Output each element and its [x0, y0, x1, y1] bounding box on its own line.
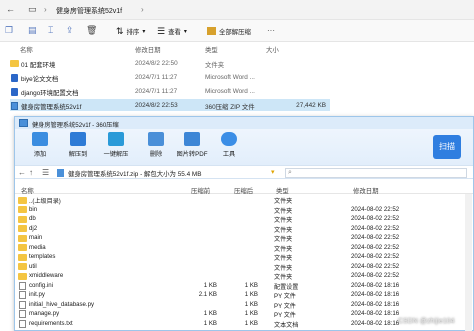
- word-doc-icon: [11, 73, 18, 82]
- search-icon: ⌕: [288, 169, 292, 176]
- folder-icon: [10, 59, 19, 67]
- back-arrow-icon[interactable]: ←: [18, 168, 26, 177]
- view-icon: ☰: [157, 25, 166, 36]
- list-item[interactable]: dj2 文件夹 2024-08-02 22:52: [17, 224, 457, 234]
- up-arrow-icon[interactable]: ↑: [29, 168, 33, 177]
- extract-to-icon: [70, 132, 86, 146]
- list-item[interactable]: initial_hive_database.py 1 KB PY 文件 2024-08…: [17, 300, 457, 310]
- chevron-down-icon: ▾: [183, 28, 187, 35]
- one-click-extract-icon: [108, 132, 124, 146]
- explorer-toolbar: ❐ ▤ ⌶ ⇪ 🗑 ⇅ 排序 ▾ ☰ 查看 ▾ 全部解压缩 ···: [0, 20, 474, 42]
- zip-app-icon: [19, 119, 28, 127]
- list-item[interactable]: util 文件夹 2024-08-02 22:52: [17, 262, 457, 272]
- file-row-selected[interactable]: 健身房管理系统52v1f 2024/8/2 22:53 360压缩 ZIP 文件…: [10, 99, 330, 111]
- folder-icon: [18, 225, 27, 232]
- zip-column-header: 名称 压缩前 压缩后 类型 修改日期: [15, 184, 473, 195]
- folder-icon: [18, 253, 27, 261]
- sort-button[interactable]: ⇅ 排序 ▾: [116, 25, 145, 37]
- column-size[interactable]: 大小: [266, 45, 279, 54]
- file-icon: [19, 281, 26, 290]
- folder-icon: [18, 196, 27, 204]
- explorer-column-header: 名称 修改日期 类型 大小: [0, 42, 474, 54]
- sort-icon: ⇅: [116, 25, 124, 36]
- extract-to-button[interactable]: 解压到: [61, 132, 95, 164]
- chevron-right-icon: ›: [141, 5, 144, 14]
- search-input[interactable]: ⌕: [285, 168, 467, 178]
- zip-path-bar: ← ↑ ☰ 健身房管理系统52v1f.zip - 解包大小为 55.4 MB ▾…: [15, 165, 473, 179]
- zip-title-bar: 健身房管理系统52v1f - 360压缩: [15, 117, 473, 129]
- folder-icon: [18, 244, 27, 251]
- one-click-extract-button[interactable]: 一键解压: [99, 132, 133, 164]
- folder-icon: [18, 263, 27, 270]
- list-item[interactable]: db 文件夹 2024-08-02 22:52: [17, 214, 457, 224]
- list-item[interactable]: ..(上级目录) 文件夹: [17, 195, 457, 205]
- monitor-icon[interactable]: ▭: [28, 4, 37, 15]
- share-icon[interactable]: ⇪: [66, 25, 74, 36]
- file-icon: [19, 310, 26, 318]
- image-to-pdf-button[interactable]: 图片转PDF: [175, 132, 209, 164]
- scan-button[interactable]: 扫描: [433, 135, 461, 159]
- list-view-icon[interactable]: ☰: [42, 168, 49, 177]
- file-row[interactable]: biye论文文档 2024/7/1 11:27 Microsoft Word .…: [10, 71, 330, 83]
- delete-button[interactable]: 删除: [139, 132, 173, 164]
- file-icon: [19, 300, 26, 309]
- window-title: 健身房管理系统52v1f - 360压缩: [32, 121, 119, 129]
- breadcrumb[interactable]: 健身房管理系统52v1f: [56, 6, 122, 16]
- file-icon: [19, 319, 26, 328]
- folder-icon: [18, 206, 27, 213]
- column-modified[interactable]: 修改日期: [135, 45, 161, 54]
- explorer-address-bar: ← ▭ › 健身房管理系统52v1f ›: [0, 0, 474, 20]
- list-item[interactable]: main 文件夹 2024-08-02 22:52: [17, 233, 457, 243]
- column-type[interactable]: 类型: [205, 45, 218, 54]
- list-item[interactable]: init.py 2.1 KB 1 KB PY 文件 2024-08-02 18:16: [17, 290, 457, 300]
- zip-icon: [11, 101, 18, 110]
- tools-button[interactable]: 工具: [212, 132, 246, 164]
- list-item[interactable]: xmiddleware 文件夹 2024-08-02 22:52: [17, 271, 457, 281]
- paste-icon[interactable]: ▤: [28, 25, 37, 36]
- folder-icon: [18, 272, 27, 280]
- list-item[interactable]: config.ini 1 KB 1 KB 配置设置 2024-08-02 18:16: [17, 281, 457, 291]
- file-row[interactable]: 01 配套环境 2024/8/2 22:50 文件夹: [10, 57, 330, 69]
- zip-file-list: ..(上级目录) 文件夹 bin 文件夹 2024-08-02 22:52 db 文件夹…: [15, 194, 463, 331]
- list-item[interactable]: requirements.txt 1 KB 1 KB 文本文档 2024-08-02 1…: [17, 319, 457, 329]
- folder-icon: [18, 215, 27, 223]
- list-item[interactable]: media 文件夹 2024-08-02 22:52: [17, 243, 457, 253]
- extract-icon: [207, 27, 216, 35]
- add-icon: [32, 132, 48, 146]
- file-row[interactable]: django环境配置文档 2024/7/1 11:27 Microsoft Wo…: [10, 85, 330, 97]
- delete-icon: [148, 132, 164, 146]
- add-button[interactable]: 添加: [23, 132, 57, 164]
- more-options-button[interactable]: ···: [267, 26, 275, 35]
- copy-icon[interactable]: ❐: [5, 25, 13, 36]
- zip-icon: [57, 169, 64, 177]
- tools-icon: [221, 132, 237, 146]
- view-button[interactable]: ☰ 查看 ▾: [157, 25, 187, 37]
- file-icon: [19, 291, 26, 299]
- archive-path[interactable]: 健身房管理系统52v1f.zip - 解包大小为 55.4 MB: [68, 169, 202, 178]
- chevron-down-icon: ▾: [142, 28, 146, 35]
- watermark: CSDN @zhijie104: [398, 318, 455, 325]
- rename-icon[interactable]: ⌶: [48, 25, 53, 36]
- scrollbar[interactable]: [465, 194, 472, 331]
- delete-icon[interactable]: 🗑: [86, 25, 97, 36]
- column-name[interactable]: 名称: [20, 45, 33, 54]
- list-item[interactable]: bin 文件夹 2024-08-02 22:52: [17, 205, 457, 215]
- zip-window: 健身房管理系统52v1f - 360压缩 添加 解压到 一键解压 删除 图片转P…: [14, 116, 474, 331]
- folder-icon: [18, 234, 27, 242]
- back-arrow-icon[interactable]: ←: [6, 4, 15, 14]
- chevron-down-icon[interactable]: ▾: [271, 168, 275, 176]
- list-item[interactable]: manage.py 1 KB 1 KB PY 文件 2024-08-02 18:16: [17, 309, 457, 319]
- chevron-right-icon: ›: [44, 5, 47, 14]
- zip-toolbar: 添加 解压到 一键解压 删除 图片转PDF 工具 扫描: [15, 129, 473, 165]
- list-item[interactable]: templates 文件夹 2024-08-02 22:52: [17, 252, 457, 262]
- extract-all-button[interactable]: 全部解压缩: [207, 25, 251, 37]
- word-doc-icon: [11, 87, 18, 96]
- image-to-pdf-icon: [184, 132, 200, 146]
